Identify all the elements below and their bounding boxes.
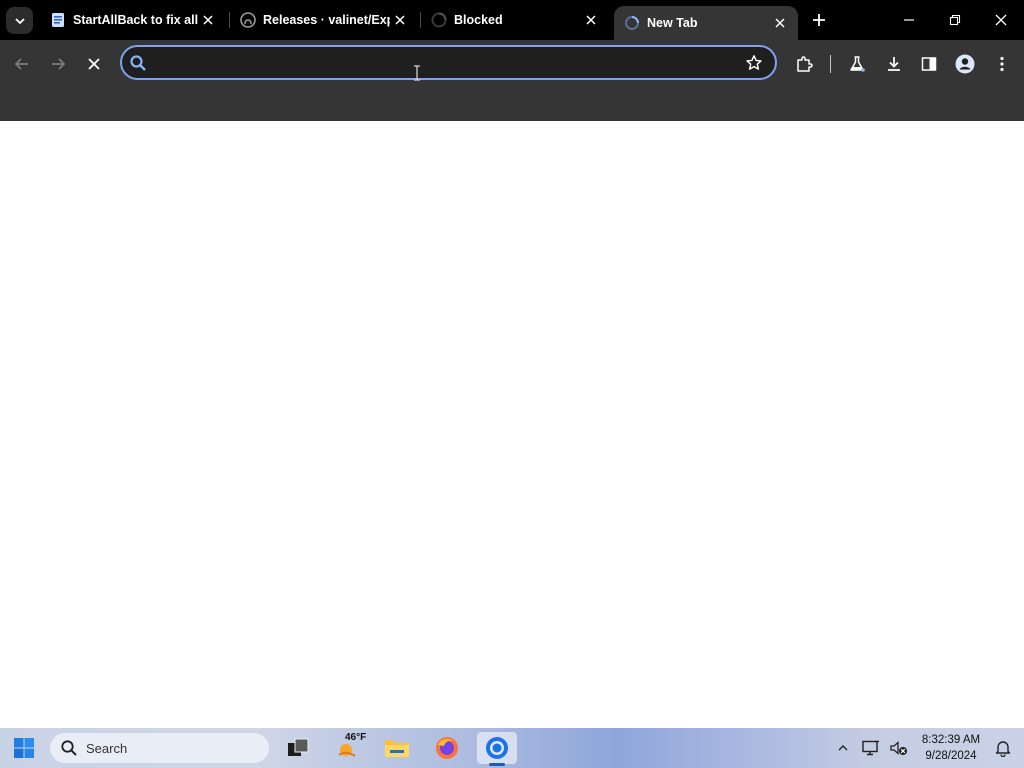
tab-blocked[interactable]: Blocked [421, 0, 609, 40]
tab-title: New Tab [647, 16, 698, 30]
chevron-down-icon [14, 17, 25, 24]
puzzle-icon [797, 56, 813, 72]
network-button[interactable] [860, 737, 882, 759]
weather-temperature: 46°F [345, 732, 367, 743]
show-hidden-icons-button[interactable] [832, 737, 854, 759]
kebab-menu-icon [1000, 56, 1004, 72]
task-view-icon [288, 738, 309, 756]
firefox-button[interactable] [427, 732, 467, 764]
plus-icon [813, 14, 825, 26]
avatar-icon [955, 54, 975, 74]
bell-icon [995, 741, 1011, 757]
menu-button[interactable] [989, 51, 1015, 77]
side-panel-icon [921, 57, 937, 71]
forward-button[interactable] [45, 51, 71, 77]
spinner-icon [431, 12, 447, 28]
tab-title: Blocked [454, 13, 503, 27]
volume-button[interactable] [888, 737, 910, 759]
github-icon [240, 12, 256, 28]
extensions-button[interactable] [791, 51, 817, 77]
browser-toolbar [0, 40, 1024, 121]
flask-icon [850, 56, 865, 72]
labs-button[interactable] [844, 51, 870, 77]
text-cursor-icon [414, 65, 420, 81]
minimize-icon [904, 19, 914, 21]
windows-taskbar: Search 46°F 8:32:39 AM 9/28/2024 [0, 728, 1024, 768]
tab-new-tab[interactable]: New Tab [614, 6, 798, 40]
close-tab-icon[interactable] [390, 10, 410, 30]
restore-icon [949, 14, 961, 26]
clock-date: 9/28/2024 [925, 750, 977, 762]
volume-muted-icon [890, 741, 907, 755]
loading-icon [624, 15, 640, 31]
arrow-right-icon [52, 58, 66, 70]
start-button[interactable] [4, 732, 44, 764]
chrome-icon [486, 737, 508, 759]
back-button[interactable] [9, 51, 35, 77]
search-icon [130, 55, 146, 71]
clock-time: 8:32:39 AM [921, 734, 981, 746]
close-icon [88, 58, 100, 70]
new-tab-button[interactable] [808, 9, 830, 31]
taskbar-search-label: Search [86, 740, 128, 756]
address-bar[interactable] [120, 45, 777, 80]
tab-search-button[interactable] [6, 7, 33, 34]
close-window-button[interactable] [978, 0, 1024, 40]
chevron-up-icon [838, 745, 848, 751]
restore-button[interactable] [932, 0, 978, 40]
tab-strip: StartAllBack to fix all W Releases · val… [0, 0, 1024, 40]
toolbar-divider [830, 55, 831, 73]
taskbar-clock[interactable]: 8:32:39 AM 9/28/2024 [916, 732, 986, 764]
close-tab-icon[interactable] [198, 10, 218, 30]
monitor-network-icon [862, 740, 879, 756]
task-view-button[interactable] [278, 732, 318, 764]
taskbar-search-box[interactable]: Search [50, 733, 269, 763]
tab-title: Releases · valinet/Expl [263, 13, 390, 27]
folder-icon [385, 740, 409, 757]
close-icon [995, 14, 1007, 26]
tab-startallback[interactable]: StartAllBack to fix all W [40, 0, 226, 40]
document-favicon-icon [50, 12, 66, 28]
tab-title: StartAllBack to fix all W [73, 13, 198, 27]
notifications-button[interactable] [992, 737, 1014, 759]
close-tab-icon[interactable] [581, 10, 601, 30]
address-input[interactable] [156, 53, 726, 73]
download-icon [888, 57, 900, 71]
stop-loading-button[interactable] [81, 51, 107, 77]
windows-logo-icon [14, 738, 34, 758]
page-content [0, 121, 1024, 728]
tab-releases[interactable]: Releases · valinet/Expl [230, 0, 418, 40]
side-panel-button[interactable] [916, 51, 942, 77]
close-tab-icon[interactable] [770, 13, 790, 33]
chrome-button[interactable] [477, 732, 517, 766]
file-explorer-button[interactable] [377, 732, 417, 764]
star-icon[interactable] [745, 54, 763, 72]
search-icon [61, 740, 77, 756]
minimize-button[interactable] [886, 0, 932, 40]
downloads-button[interactable] [881, 51, 907, 77]
firefox-icon [436, 737, 458, 759]
profile-button[interactable] [952, 51, 978, 77]
arrow-left-icon [14, 58, 28, 70]
